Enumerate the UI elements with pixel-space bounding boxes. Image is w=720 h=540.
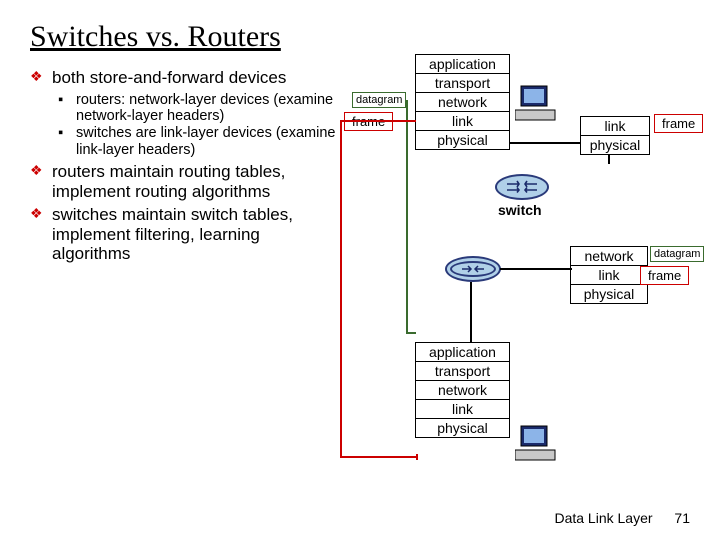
- network-diagram: application transport network link physi…: [310, 54, 710, 494]
- layer-application: application: [416, 55, 509, 74]
- bullet-1-sub-2: ▪ switches are link-layer devices (exami…: [58, 125, 340, 158]
- datagram-label-router: datagram: [650, 246, 704, 262]
- stack-router: network link physical: [570, 246, 648, 304]
- layer-link: link: [581, 117, 649, 136]
- bullet-1-sub-1: ▪ routers: network-layer devices (examin…: [58, 92, 340, 125]
- layer-physical: physical: [571, 285, 647, 303]
- bullet-2-text: routers maintain routing tables, impleme…: [52, 162, 340, 201]
- frame-path: [412, 454, 418, 460]
- bullet-2: ❖ routers maintain routing tables, imple…: [30, 162, 340, 201]
- footer-text: Data Link Layer: [554, 510, 652, 526]
- frame-path-left: [340, 120, 416, 458]
- layer-link: link: [416, 400, 509, 419]
- switch-icon: [495, 174, 549, 200]
- computer-icon: [515, 424, 559, 464]
- page-title: Switches vs. Routers: [30, 20, 690, 54]
- stack-host-bottom: application transport network link physi…: [415, 342, 510, 438]
- layer-network: network: [416, 381, 509, 400]
- link-line: [500, 268, 572, 270]
- bullet-3: ❖ switches maintain switch tables, imple…: [30, 205, 340, 264]
- layer-link: link: [571, 266, 647, 285]
- router-icon: [445, 256, 501, 282]
- bullet-3-text: switches maintain switch tables, impleme…: [52, 205, 340, 264]
- link-line: [470, 282, 472, 342]
- bullet-1-text: both store-and-forward devices: [52, 68, 286, 88]
- layer-transport: transport: [416, 362, 509, 381]
- diamond-icon: ❖: [30, 162, 52, 201]
- frame-label-switch: frame: [654, 114, 703, 133]
- layer-physical: physical: [416, 419, 509, 437]
- square-icon: ▪: [58, 125, 76, 158]
- footer: Data Link Layer 71: [554, 510, 690, 526]
- computer-icon: [515, 84, 559, 124]
- layer-physical: physical: [581, 136, 649, 154]
- frame-label-router: frame: [640, 266, 689, 285]
- bullet-1-sub-2-text: switches are link-layer devices (examine…: [76, 125, 340, 158]
- layer-link: link: [416, 112, 509, 131]
- stack-host-top: application transport network link physi…: [415, 54, 510, 150]
- bullet-1: ❖ both store-and-forward devices: [30, 68, 340, 88]
- layer-physical: physical: [416, 131, 509, 149]
- bullet-list: ❖ both store-and-forward devices ▪ route…: [30, 68, 340, 268]
- layer-transport: transport: [416, 74, 509, 93]
- layer-network: network: [571, 247, 647, 266]
- diamond-icon: ❖: [30, 68, 52, 88]
- switch-label: switch: [498, 202, 542, 218]
- diamond-icon: ❖: [30, 205, 52, 264]
- layer-application: application: [416, 343, 509, 362]
- stack-switch: link physical: [580, 116, 650, 155]
- page-number: 71: [674, 510, 690, 526]
- square-icon: ▪: [58, 92, 76, 125]
- datagram-label-top: datagram: [352, 92, 406, 108]
- layer-network: network: [416, 93, 509, 112]
- bullet-1-sub-1-text: routers: network-layer devices (examine …: [76, 92, 340, 125]
